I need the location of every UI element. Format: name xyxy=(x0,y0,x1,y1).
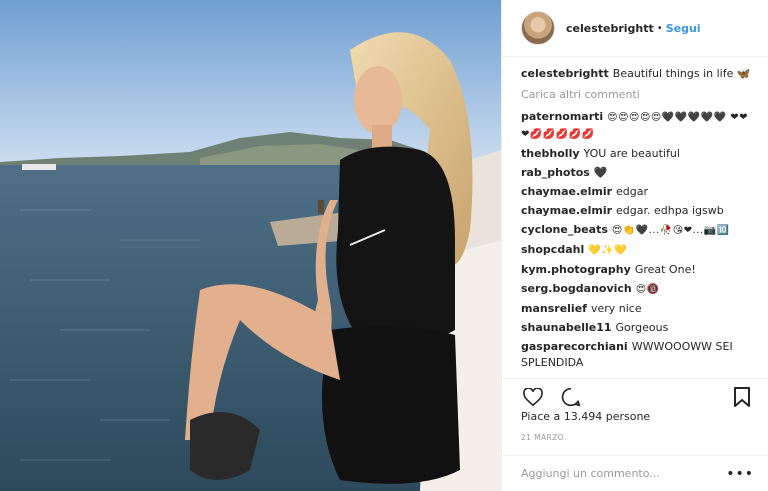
caption-text: Beautiful things in life 🦋 xyxy=(612,67,751,80)
comment-item: rab_photos 🖤 xyxy=(521,165,754,181)
bookmark-icon[interactable] xyxy=(730,385,754,409)
comment-username[interactable]: chaymae.elmir xyxy=(521,204,612,217)
add-comment-input[interactable] xyxy=(521,467,727,480)
comment-item: shaunabelle11 Gorgeous xyxy=(521,320,754,336)
comment-text: 😍👏🖤...🥀😘❤...📷🔟 xyxy=(611,225,730,236)
comment-username[interactable]: kym.photography xyxy=(521,263,631,276)
more-options-button[interactable]: ••• xyxy=(726,467,754,481)
post-header: celestebrightt • Segui xyxy=(502,0,768,57)
load-more-comments-button[interactable]: Carica altri commenti xyxy=(521,88,754,101)
comment-item: shopcdahl 💛✨💛 xyxy=(521,242,754,259)
caption: celestebrightt Beautiful things in life 🦋 xyxy=(521,66,754,82)
comment-text: 😍🔞 xyxy=(635,284,660,295)
comment-item: paternomarti 😍😍😍😍😍🖤🖤🖤🖤🖤 ❤❤❤💋💋💋💋💋 xyxy=(521,109,754,143)
comment-icon[interactable] xyxy=(559,385,583,409)
comment-username[interactable]: thebholly xyxy=(521,147,580,160)
comment-item: cyclone_beats 😍👏🖤...🥀😘❤...📷🔟 xyxy=(521,222,754,239)
add-comment-bar: ••• xyxy=(502,455,768,491)
comment-username[interactable]: cyclone_beats xyxy=(521,223,608,236)
comment-item: kym.photography Great One! xyxy=(521,262,754,278)
heart-icon[interactable] xyxy=(521,385,545,409)
comment-username[interactable]: chaymae.elmir xyxy=(521,185,612,198)
comment-username[interactable]: rab_photos xyxy=(521,166,590,179)
comment-text: Great One! xyxy=(634,263,696,276)
comment-text: 🖤 xyxy=(593,166,608,179)
post-photo[interactable] xyxy=(0,0,501,491)
comment-username[interactable]: shaunabelle11 xyxy=(521,321,612,334)
post-date: 21 MARZO xyxy=(521,433,564,442)
instagram-post: celestebrightt • Segui celestebrightt Bea… xyxy=(0,0,768,491)
comment-username[interactable]: gasparecorchiani xyxy=(521,340,628,353)
comment-item: serg.bogdanovich 😍🔞 xyxy=(521,281,754,298)
action-bar xyxy=(502,378,768,408)
comment-username[interactable]: mansrelief xyxy=(521,302,587,315)
comment-username[interactable]: paternomarti xyxy=(521,110,603,123)
comment-item: chaymae.elmir edgar xyxy=(521,184,754,200)
avatar[interactable] xyxy=(521,11,555,45)
photo-illustration xyxy=(0,0,501,491)
follow-button[interactable]: Segui xyxy=(666,22,701,35)
comment-username[interactable]: shopcdahl xyxy=(521,243,584,256)
comment-text: YOU are beautiful xyxy=(583,147,680,160)
comments-list[interactable]: celestebrightt Beautiful things in life 🦋… xyxy=(502,58,768,370)
comment-text: very nice xyxy=(590,302,642,315)
caption-username[interactable]: celestebrightt xyxy=(521,67,609,80)
username-link[interactable]: celestebrightt xyxy=(566,22,654,35)
likes-count[interactable]: Piace a 13.494 persone xyxy=(521,410,650,423)
comment-text: 💛✨💛 xyxy=(588,245,628,256)
comment-item: gasparecorchiani WWWOOOWW SEI SPLENDIDA xyxy=(521,339,754,370)
comment-text: edgar. edhpa igswb xyxy=(616,204,724,217)
comment-item: chaymae.elmir edgar. edhpa igswb xyxy=(521,203,754,219)
comment-item: thebholly YOU are beautiful xyxy=(521,146,754,162)
comment-item: mansrelief very nice xyxy=(521,301,754,317)
comment-username[interactable]: serg.bogdanovich xyxy=(521,282,632,295)
separator: • xyxy=(656,22,663,34)
comment-text: edgar xyxy=(616,185,649,198)
comment-text: Gorgeous xyxy=(615,321,669,334)
comments-panel: celestebrightt • Segui celestebrightt Bea… xyxy=(501,0,768,491)
